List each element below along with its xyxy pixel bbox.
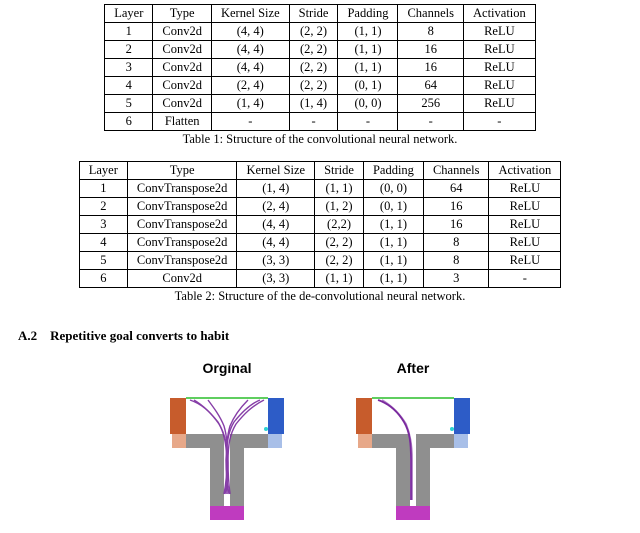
table-row: 2ConvTranspose2d(2, 4)(1, 2)(0, 1)16ReLU — [79, 198, 560, 216]
table-row: 5Conv2d(1, 4)(1, 4)(0, 0)256ReLU — [105, 95, 536, 113]
table-row: 2Conv2d(4, 4)(2, 2)(1, 1)16ReLU — [105, 41, 536, 59]
table-row: 4Conv2d(2, 4)(2, 2)(0, 1)64ReLU — [105, 77, 536, 95]
col-type: Type — [127, 162, 237, 180]
figure-a2: Orginal — [18, 360, 622, 522]
col-stride: Stride — [289, 5, 338, 23]
table-row: 3Conv2d(4, 4)(2, 2)(1, 1)16ReLU — [105, 59, 536, 77]
section-number: A.2 — [18, 328, 37, 343]
table-row: 6Flatten----- — [105, 113, 536, 131]
t-maze-original-icon — [152, 382, 302, 522]
col-channels: Channels — [398, 5, 464, 23]
figure-label-original: Orginal — [202, 360, 251, 376]
col-layer: Layer — [79, 162, 127, 180]
table-row: 1ConvTranspose2d(1, 4)(1, 1)(0, 0)64ReLU — [79, 180, 560, 198]
section-a2-heading: A.2 Repetitive goal converts to habit — [18, 328, 622, 344]
table-conv-net: Layer Type Kernel Size Stride Padding Ch… — [104, 4, 536, 131]
col-padding: Padding — [338, 5, 398, 23]
col-layer: Layer — [105, 5, 153, 23]
col-stride: Stride — [315, 162, 364, 180]
figure-label-after: After — [397, 360, 430, 376]
table-row: 6Conv2d(3, 3)(1, 1)(1, 1)3- — [79, 270, 560, 288]
table-row: 3ConvTranspose2d(4, 4)(2,2)(1, 1)16ReLU — [79, 216, 560, 234]
table1-caption: Table 1: Structure of the convolutional … — [18, 132, 622, 147]
figure-original: Orginal — [152, 360, 302, 522]
col-activation: Activation — [489, 162, 561, 180]
col-activation: Activation — [464, 5, 536, 23]
table-header-row: Layer Type Kernel Size Stride Padding Ch… — [105, 5, 536, 23]
table-header-row: Layer Type Kernel Size Stride Padding Ch… — [79, 162, 560, 180]
col-type: Type — [153, 5, 212, 23]
table2-caption: Table 2: Structure of the de-convolution… — [18, 289, 622, 304]
table-row: 4ConvTranspose2d(4, 4)(2, 2)(1, 1)8ReLU — [79, 234, 560, 252]
table-row: 5ConvTranspose2d(3, 3)(2, 2)(1, 1)8ReLU — [79, 252, 560, 270]
col-channels: Channels — [423, 162, 489, 180]
figure-after: After — [338, 360, 488, 522]
col-padding: Padding — [363, 162, 423, 180]
col-kernel: Kernel Size — [237, 162, 315, 180]
table-row: 1Conv2d(4, 4)(2, 2)(1, 1)8ReLU — [105, 23, 536, 41]
table-deconv-net: Layer Type Kernel Size Stride Padding Ch… — [79, 161, 561, 288]
section-title: Repetitive goal converts to habit — [50, 328, 229, 343]
t-maze-after-icon — [338, 382, 488, 522]
col-kernel: Kernel Size — [211, 5, 289, 23]
